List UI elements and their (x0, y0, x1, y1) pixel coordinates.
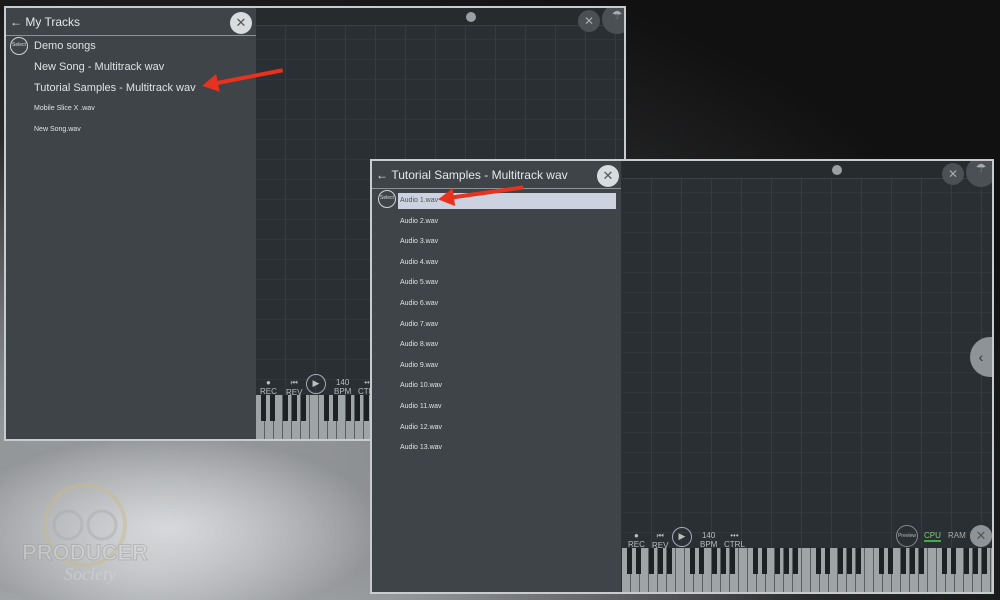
cpu-meter: CPU (924, 531, 941, 542)
close-panel-button[interactable]: ✕ (230, 12, 252, 34)
playhead-marker[interactable] (466, 12, 476, 22)
producer-society-logo: PRODUCER Society (22, 483, 149, 584)
tutorial-samples-window: ✕ ☂ ‹ ● REC ⏮ REV ▶ 140 BPM ••• CTRL Preview… (370, 159, 994, 594)
record-button[interactable]: ● REC (260, 378, 277, 396)
list-item[interactable]: Audio 2.wav (398, 214, 438, 230)
list-item[interactable]: New Song.wav (34, 126, 81, 133)
svg-text:Society: Society (64, 564, 116, 584)
list-item[interactable]: Audio 10.wav (398, 378, 442, 394)
close-icon[interactable]: ✕ (578, 10, 600, 32)
timeline-ruler[interactable] (256, 8, 624, 26)
close-button[interactable]: ✕ (970, 525, 992, 547)
list-item[interactable]: Audio 9.wav (398, 358, 438, 374)
select-button[interactable]: Select (378, 190, 396, 208)
svg-text:PRODUCER: PRODUCER (22, 540, 148, 565)
list-item[interactable]: Demo songs (34, 40, 96, 52)
arrow-left-icon[interactable]: ← (10, 15, 25, 29)
menu-icon[interactable]: ☂ (966, 161, 992, 187)
arrow-left-icon[interactable]: ← (376, 168, 391, 182)
preview-button[interactable]: Preview (896, 525, 918, 547)
list-item[interactable]: Audio 7.wav (398, 317, 438, 333)
list-item[interactable]: Audio 4.wav (398, 255, 438, 271)
piano-keyboard[interactable] (622, 548, 992, 592)
list-item[interactable]: Audio 6.wav (398, 296, 438, 312)
panel-header: ← Tutorial Samples - Multitrack wav (372, 161, 621, 189)
list-item[interactable]: Audio 1.wav (398, 193, 616, 209)
panel-title: My Tracks (25, 14, 81, 29)
tempo-display[interactable]: 140 BPM (700, 531, 717, 549)
browser-panel: ← Tutorial Samples - Multitrack wav ✕ Se… (372, 161, 621, 592)
panel-header: ← My Tracks (6, 8, 256, 36)
list-item[interactable]: Mobile Slice X .wav (34, 105, 95, 112)
select-button[interactable]: Select (10, 37, 28, 55)
record-button[interactable]: ● REC (628, 531, 645, 549)
playhead-marker[interactable] (832, 165, 842, 175)
panel-title: Tutorial Samples - Multitrack wav (391, 167, 568, 182)
play-button[interactable]: ▶ (672, 527, 692, 547)
chevron-left-icon[interactable]: ‹ (970, 337, 992, 377)
list-item[interactable]: Audio 3.wav (398, 234, 438, 250)
browser-panel: ← My Tracks ✕ Select Demo songs New Song… (6, 8, 256, 439)
timeline-ruler[interactable] (622, 161, 992, 179)
play-button[interactable]: ▶ (306, 374, 326, 394)
list-item[interactable]: Audio 13.wav (398, 440, 442, 456)
close-panel-button[interactable]: ✕ (597, 165, 619, 187)
close-icon[interactable]: ✕ (942, 163, 964, 185)
list-item[interactable]: Audio 5.wav (398, 275, 438, 291)
list-item[interactable]: Tutorial Samples - Multitrack wav (34, 82, 196, 94)
more-button[interactable]: ••• CTRL (724, 531, 745, 549)
list-item[interactable]: Audio 12.wav (398, 420, 442, 436)
list-item[interactable]: Audio 8.wav (398, 337, 438, 353)
list-item[interactable]: New Song - Multitrack wav (34, 61, 164, 73)
ram-meter: RAM (948, 531, 966, 540)
menu-icon[interactable]: ☂ (602, 8, 624, 34)
tempo-display[interactable]: 140 BPM (334, 378, 351, 396)
playlist-grid: ✕ ☂ ‹ ● REC ⏮ REV ▶ 140 BPM ••• CTRL Preview… (622, 161, 992, 592)
list-item[interactable]: Audio 11.wav (398, 399, 442, 415)
